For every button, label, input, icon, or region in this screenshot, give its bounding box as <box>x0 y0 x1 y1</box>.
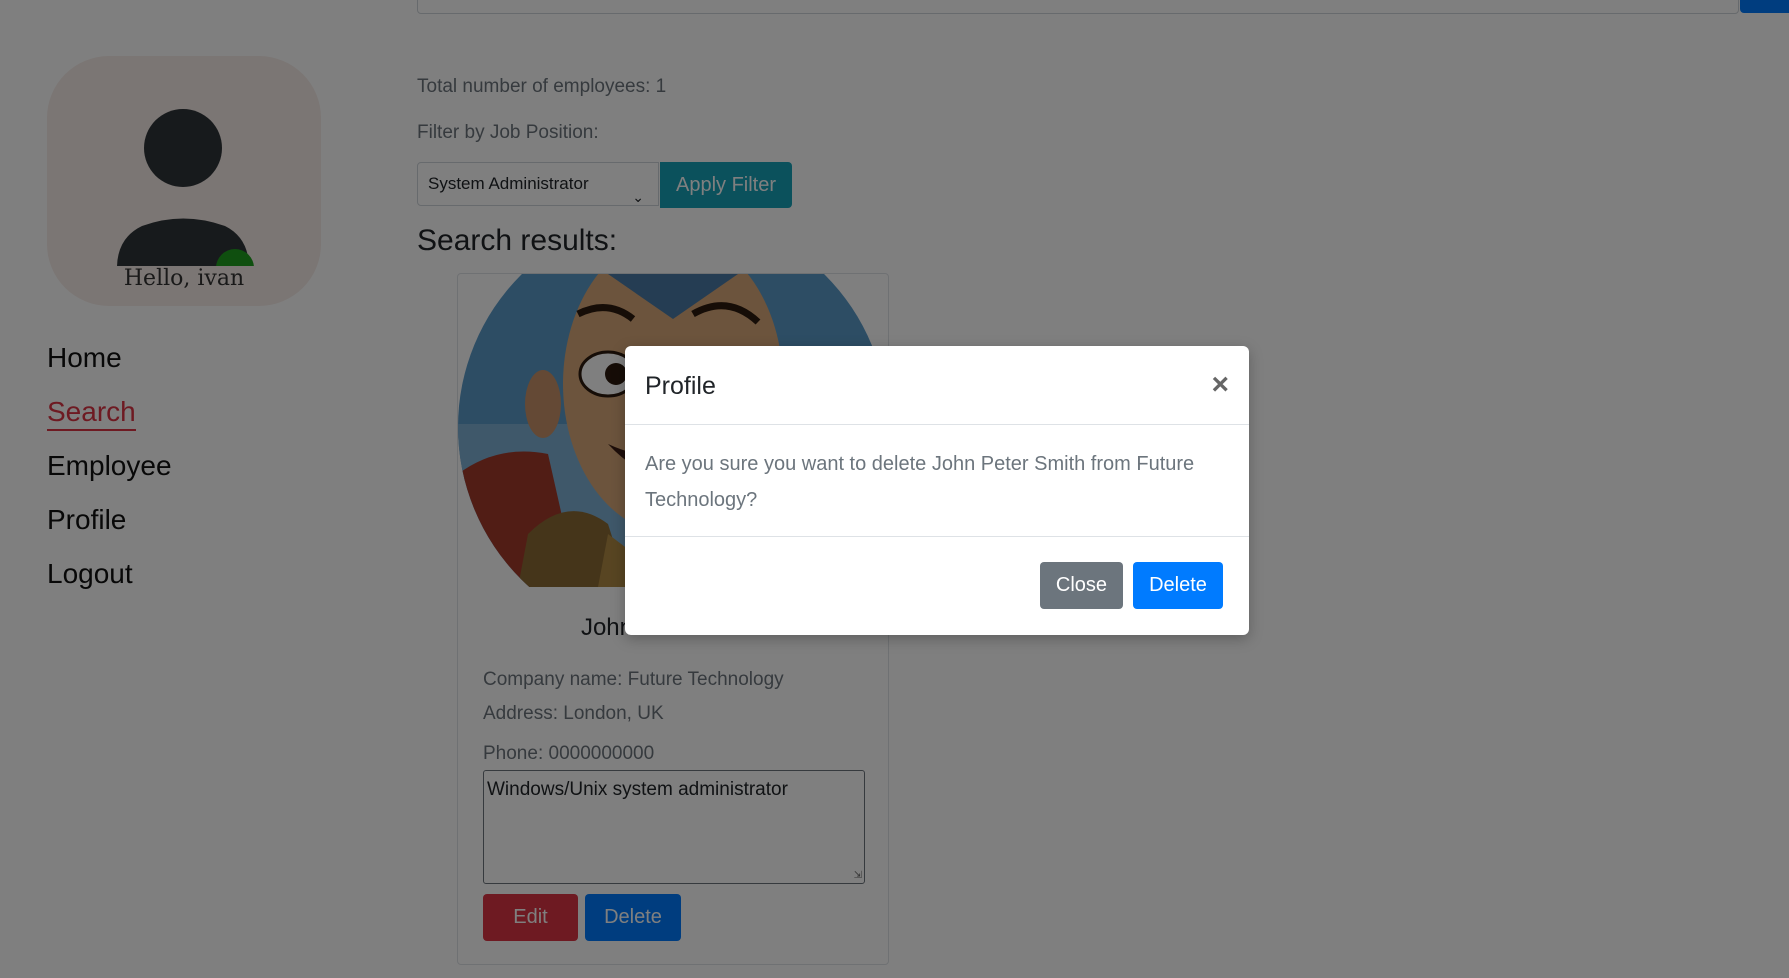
modal-footer: Close Delete <box>625 536 1249 636</box>
modal-title: Profile <box>645 372 716 400</box>
modal-close-button[interactable]: Close <box>1040 562 1123 609</box>
modal-message: Are you sure you want to delete John Pet… <box>645 453 1195 511</box>
modal-delete-button[interactable]: Delete <box>1133 562 1223 609</box>
close-icon[interactable]: × <box>1211 368 1229 402</box>
delete-confirm-modal: Profile × Are you sure you want to delet… <box>625 346 1249 635</box>
page: Hello, ivan Home Search Employee Profile… <box>0 0 1789 978</box>
modal-header: Profile × <box>625 346 1249 425</box>
